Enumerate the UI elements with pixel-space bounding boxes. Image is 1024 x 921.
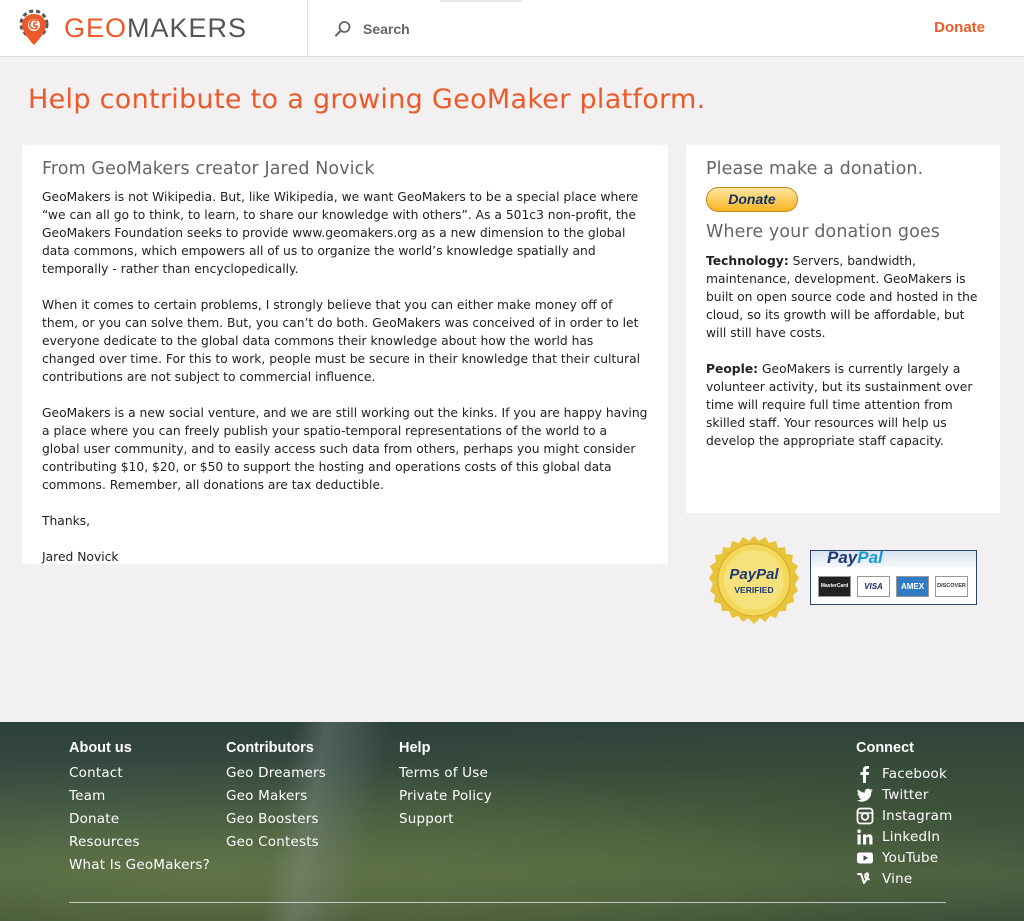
- search-bar: [334, 18, 453, 40]
- donation-panel: Please make a donation. Donate Where you…: [686, 145, 1000, 513]
- footer-link-geo-makers[interactable]: Geo Makers: [226, 785, 326, 808]
- mastercard-icon: MasterCard: [818, 576, 851, 597]
- footer-link-geo-dreamers[interactable]: Geo Dreamers: [226, 762, 326, 785]
- search-icon: [335, 21, 351, 37]
- footer-link-team[interactable]: Team: [69, 785, 210, 808]
- linkedin-icon: [857, 828, 873, 844]
- social-link-twitter[interactable]: Twitter: [856, 784, 952, 805]
- social-label-facebook: Facebook: [882, 765, 948, 782]
- donation-subheading: Where your donation goes: [706, 222, 941, 242]
- vine-icon: [857, 871, 870, 884]
- paypal-logo: PayPal: [827, 548, 883, 568]
- visa-icon: VISA: [857, 576, 890, 597]
- letter-panel: From GeoMakers creator Jared Novick GeoM…: [22, 145, 668, 564]
- technology-paragraph: Technology: Servers, bandwidth, maintena…: [706, 252, 980, 342]
- paypal-donate-button[interactable]: Donate: [706, 187, 798, 212]
- social-link-linkedin[interactable]: LinkedIn: [856, 826, 952, 847]
- footer-link-geo-contests[interactable]: Geo Contests: [226, 831, 326, 854]
- social-link-vine[interactable]: Vine: [856, 868, 952, 889]
- paypal-accepted-cards: PayPal MasterCard VISA AMEX DISCOVER: [810, 548, 977, 605]
- facebook-icon: [860, 765, 869, 783]
- site-footer: About us Contact Team Donate Resources W…: [0, 722, 1024, 921]
- letter-body: GeoMakers is not Wikipedia. But, like Wi…: [42, 188, 648, 566]
- page-title: Help contribute to a growing GeoMaker pl…: [28, 84, 706, 115]
- paypal-pay-text: Pay: [827, 548, 858, 567]
- donation-heading: Please make a donation.: [706, 159, 924, 179]
- search-input[interactable]: [363, 21, 453, 37]
- social-label-youtube: YouTube: [882, 849, 939, 866]
- footer-divider: [69, 902, 946, 903]
- letter-signature: Jared Novick: [42, 550, 119, 564]
- paypal-verified-seal: PayPal VERIFIED: [709, 536, 799, 624]
- footer-link-geo-boosters[interactable]: Geo Boosters: [226, 808, 326, 831]
- letter-paragraph: GeoMakers is a new social venture, and w…: [42, 406, 648, 492]
- footer-about-column: About us Contact Team Donate Resources W…: [69, 740, 210, 877]
- technology-label: Technology:: [706, 254, 789, 268]
- footer-link-donate[interactable]: Donate: [69, 808, 210, 831]
- paypal-pal-text: Pal: [857, 548, 883, 567]
- social-label-linkedin: LinkedIn: [882, 828, 941, 845]
- social-link-youtube[interactable]: YouTube: [856, 847, 952, 868]
- header-donate-link[interactable]: Donate: [934, 19, 985, 36]
- logo-wordmark: GEOMAKERS: [64, 13, 247, 43]
- footer-link-resources[interactable]: Resources: [69, 831, 210, 854]
- footer-contributors-title[interactable]: Contributors: [226, 740, 326, 756]
- letter-heading: From GeoMakers creator Jared Novick: [42, 159, 375, 179]
- social-link-instagram[interactable]: Instagram: [856, 805, 952, 826]
- footer-link-support[interactable]: Support: [399, 808, 492, 831]
- seal-paypal-text: PayPal: [729, 566, 779, 583]
- footer-link-what-is[interactable]: What Is GeoMakers?: [69, 854, 210, 877]
- amex-icon: AMEX: [896, 576, 929, 597]
- twitter-icon: [857, 788, 873, 802]
- letter-paragraph: GeoMakers is not Wikipedia. But, like Wi…: [42, 190, 639, 276]
- footer-connect-column: Connect Facebook Twitter Instagram Linke…: [856, 740, 952, 889]
- footer-contributors-column: Contributors Geo Dreamers Geo Makers Geo…: [226, 740, 326, 854]
- logo-geo-text: GEO: [64, 13, 128, 43]
- footer-about-title[interactable]: About us: [69, 740, 210, 756]
- social-link-facebook[interactable]: Facebook: [856, 763, 952, 784]
- social-label-twitter: Twitter: [882, 786, 929, 803]
- logo-link[interactable]: GEOMAKERS: [0, 0, 308, 57]
- people-paragraph: People: GeoMakers is currently largely a…: [706, 360, 980, 450]
- letter-paragraph: When it comes to certain problems, I str…: [42, 298, 641, 384]
- footer-help-title[interactable]: Help: [399, 740, 492, 756]
- social-label-vine: Vine: [882, 870, 913, 887]
- youtube-icon: [857, 852, 873, 863]
- people-label: People:: [706, 362, 759, 376]
- letter-signoff: Thanks,: [42, 514, 91, 528]
- logo-makers-text: MAKERS: [127, 13, 248, 43]
- footer-link-privacy[interactable]: Private Policy: [399, 785, 492, 808]
- instagram-icon: [856, 807, 874, 824]
- footer-link-contact[interactable]: Contact: [69, 762, 210, 785]
- header-tab-indicator: [440, 0, 522, 2]
- footer-link-terms[interactable]: Terms of Use: [399, 762, 492, 785]
- donation-body: Technology: Servers, bandwidth, maintena…: [706, 252, 980, 450]
- seal-verified-text: VERIFIED: [734, 585, 773, 595]
- geomakers-logo-icon: [19, 9, 49, 45]
- site-header: GEOMAKERS Donate: [0, 0, 1024, 57]
- footer-connect-title: Connect: [856, 740, 914, 756]
- social-label-instagram: Instagram: [882, 807, 953, 824]
- discover-icon: DISCOVER: [935, 576, 968, 597]
- footer-help-column: Help Terms of Use Private Policy Support: [399, 740, 492, 831]
